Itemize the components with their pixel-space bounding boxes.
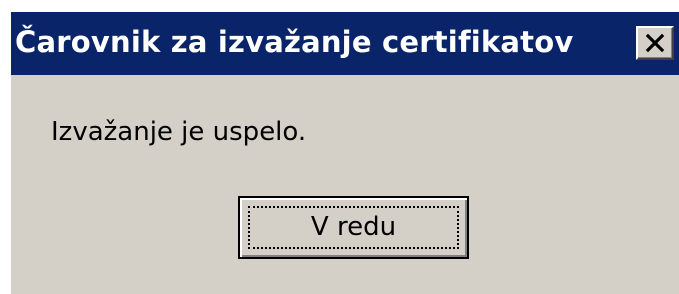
success-message: Izvažanje je uspelo.: [51, 117, 307, 147]
ok-button-label: V redu: [310, 212, 397, 242]
close-icon: [645, 33, 665, 53]
ok-button[interactable]: V redu: [238, 196, 469, 259]
title-bar[interactable]: Čarovnik za izvažanje certifikatov: [11, 12, 679, 75]
dialog-title: Čarovnik za izvažanje certifikatov: [15, 25, 574, 59]
close-button[interactable]: [636, 26, 674, 60]
export-wizard-dialog: Čarovnik za izvažanje certifikatov Izvaž…: [9, 10, 679, 294]
